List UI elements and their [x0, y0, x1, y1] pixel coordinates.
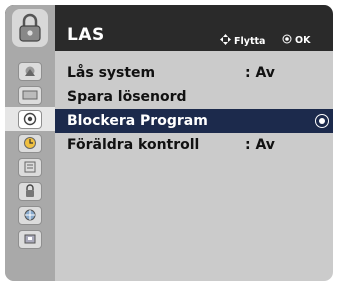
move-hint-label: Flytta — [234, 35, 266, 47]
menu-item-value: : Av — [245, 137, 275, 153]
navigate-arrows-icon — [220, 34, 231, 48]
sidebar-item-picture[interactable] — [5, 59, 55, 83]
ok-hint: OK — [282, 34, 310, 47]
sidebar-item-option[interactable] — [5, 155, 55, 179]
menu-item-value: : Av — [245, 65, 275, 81]
category-icon-list — [5, 59, 55, 251]
ok-select-icon — [315, 114, 329, 128]
lock-icon — [18, 181, 42, 201]
usb-icon — [18, 229, 42, 249]
menu-item-lock-system[interactable]: Lås system : Av — [55, 61, 333, 85]
sidebar-item-sound[interactable] — [5, 107, 55, 131]
clock-icon — [18, 133, 42, 153]
lock-settings-list: Lås system : Av Spara lösenord Blockera … — [55, 61, 333, 157]
sidebar-item-time[interactable] — [5, 131, 55, 155]
menu-item-label: Föräldra kontroll — [67, 137, 200, 153]
ok-hint-label: OK — [295, 35, 311, 46]
picture-icon — [18, 61, 42, 81]
menu-title: LAS — [67, 25, 105, 45]
sidebar-item-screen[interactable] — [5, 83, 55, 107]
input-icon — [18, 205, 42, 225]
menu-item-label: Lås system — [67, 65, 156, 81]
screen-icon — [18, 85, 42, 105]
option-icon — [18, 157, 42, 177]
sound-icon — [18, 109, 42, 129]
ok-button-icon — [282, 34, 292, 47]
move-hint: Flytta — [220, 34, 265, 48]
menu-item-parental-control[interactable]: Föräldra kontroll : Av — [55, 133, 333, 157]
menu-item-label: Spara lösenord — [67, 89, 187, 105]
lock-category-icon — [12, 9, 48, 47]
menu-item-label: Blockera Program — [67, 113, 208, 129]
sidebar-item-input[interactable] — [5, 203, 55, 227]
sidebar-item-lock[interactable] — [5, 179, 55, 203]
sidebar-item-usb[interactable] — [5, 227, 55, 251]
osd-menu-panel: LAS Flytta OK Lås system: Av Spara löse… — [5, 5, 333, 281]
menu-item-block-program[interactable]: Blockera Program — [55, 109, 333, 133]
menu-item-set-password[interactable]: Spara lösenord — [55, 85, 333, 109]
